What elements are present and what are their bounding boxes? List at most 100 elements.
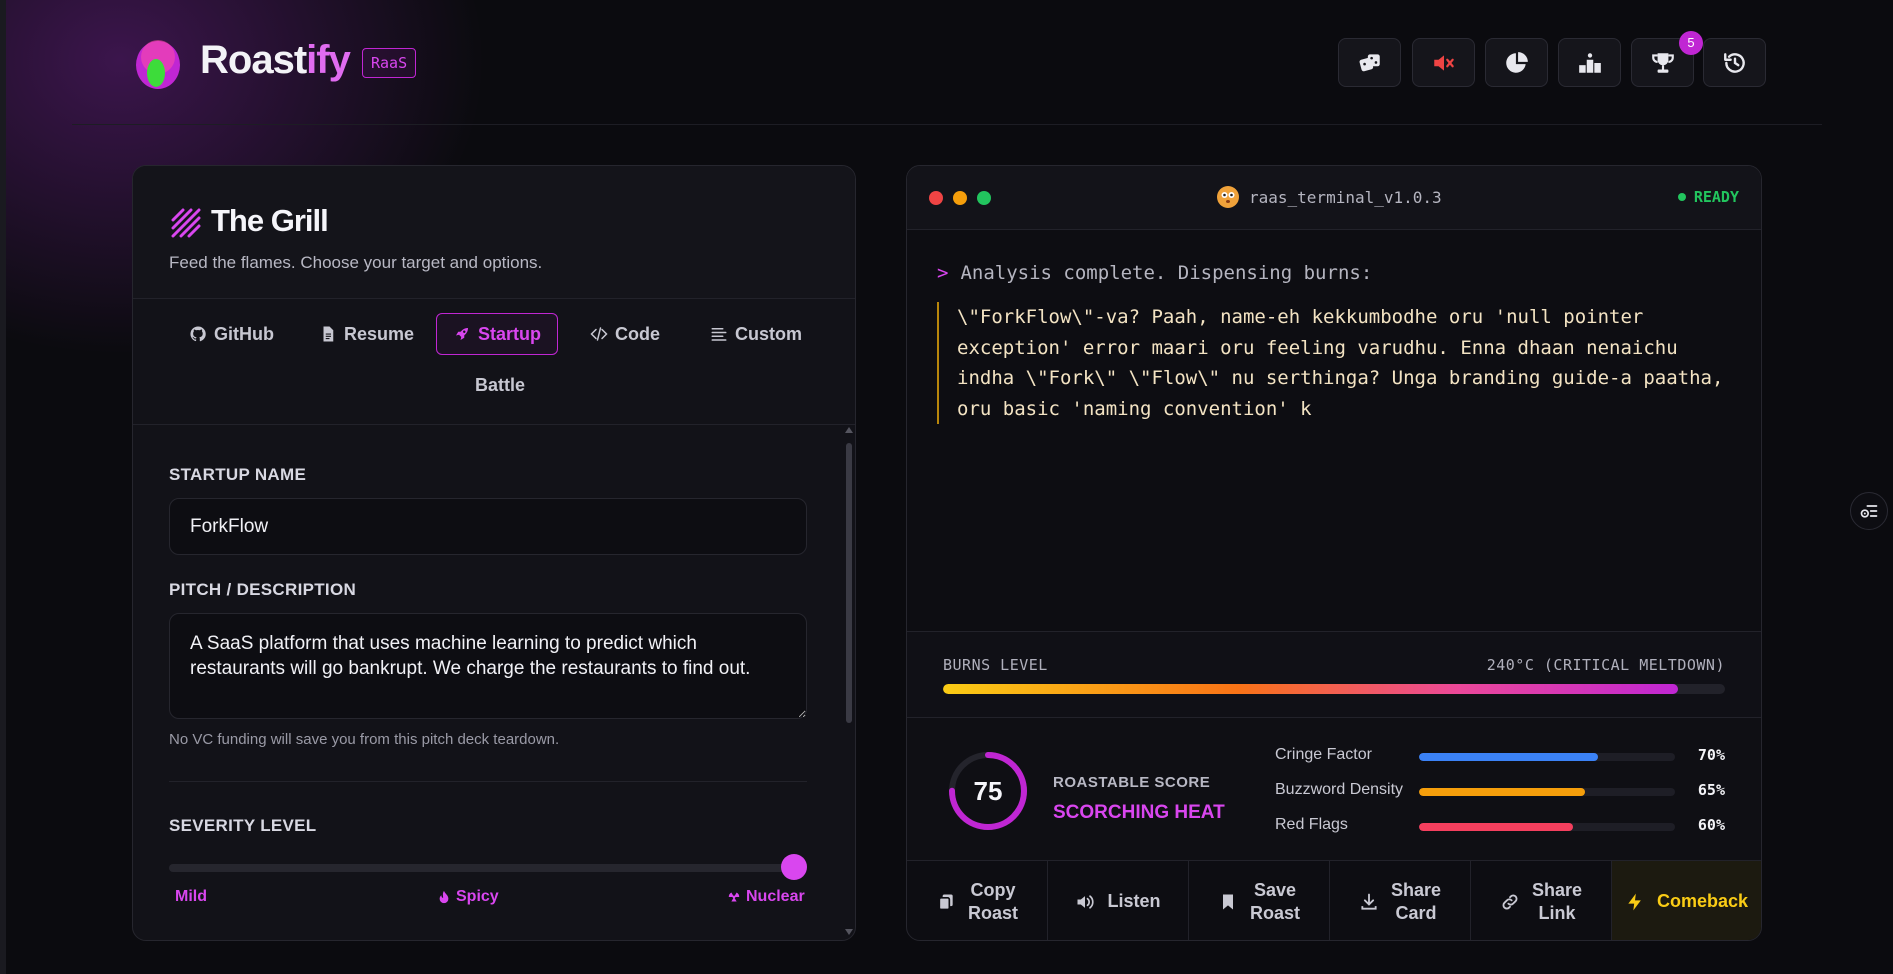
speaker-icon — [1077, 894, 1095, 909]
random-button[interactable] — [1338, 38, 1401, 87]
score-number: 75 — [973, 776, 1003, 806]
download-icon — [1361, 893, 1377, 910]
startup-name-input[interactable] — [169, 498, 807, 555]
copy-roast-button[interactable]: Copy Roast — [907, 861, 1048, 940]
roast-terminal: raas_terminal_v1.0.3 READY > Analysis com… — [906, 165, 1762, 941]
floating-settings-button[interactable] — [1850, 492, 1888, 530]
action-bar: Copy Roast Listen Save Roast Share Card Sha… — [907, 860, 1761, 940]
share-card-button[interactable]: Share Card — [1330, 861, 1471, 940]
mute-button[interactable] — [1412, 38, 1475, 87]
grill-title: The Grill — [211, 203, 329, 238]
severity-spicy[interactable]: Spicy — [437, 888, 499, 906]
metric-cringe-track — [1419, 753, 1675, 761]
listen-label: Listen — [1107, 891, 1161, 911]
metric-redflags-name: Red Flags — [1275, 816, 1348, 833]
save-label: Save — [1253, 879, 1297, 900]
terminal-title: raas_terminal_v1.0.3 — [1217, 186, 1442, 208]
ready-status: READY — [1677, 188, 1739, 206]
metric-redflags-pct: 60% — [1697, 816, 1725, 834]
tab-resume[interactable]: Resume — [317, 313, 416, 355]
pitch-textarea[interactable] — [169, 613, 807, 719]
brand-main: Roast — [200, 38, 307, 82]
comeback-label: Comeback — [1656, 891, 1749, 911]
burns-bar-fill — [943, 684, 1679, 694]
score-section: 75 ROASTABLE SCORE SCORCHING HEAT Cringe… — [907, 718, 1761, 860]
severity-label: SEVERITY LEVEL — [169, 816, 317, 835]
metric-redflags-track — [1419, 823, 1675, 831]
tab-startup-label: Startup — [478, 323, 541, 344]
share-link-label-2: Link — [1538, 902, 1576, 923]
grill-subtitle: Feed the flames. Choose your target and … — [169, 253, 543, 272]
prompt-text: Analysis complete. Dispensing burns: — [960, 262, 1373, 284]
save-roast-button[interactable]: Save Roast — [1189, 861, 1330, 940]
flame-logo-icon — [136, 40, 180, 89]
share-card-label: Share — [1390, 879, 1442, 900]
tab-custom-label: Custom — [735, 323, 802, 344]
copy-label: Copy — [970, 879, 1016, 900]
grill-panel: The Grill Feed the flames. Choose your t… — [132, 165, 856, 941]
list-settings-icon — [1860, 505, 1878, 518]
metric-cringe-pct: 70% — [1697, 746, 1725, 764]
share-link-label: Share — [1531, 879, 1583, 900]
severity-mild-label: Mild — [175, 888, 207, 905]
metric-cringe-name: Cringe Factor — [1275, 746, 1372, 763]
section-divider — [169, 781, 807, 782]
copy-label-2: Roast — [967, 902, 1018, 923]
minimize-dot — [953, 191, 967, 205]
severity-mild[interactable]: Mild — [175, 888, 207, 906]
score-label: ROASTABLE SCORE — [1053, 774, 1211, 791]
pitch-label: PITCH / DESCRIPTION — [169, 580, 357, 599]
leaderboard-button[interactable] — [1558, 38, 1621, 87]
burns-value: 240°C (CRITICAL MELTDOWN) — [1486, 656, 1725, 674]
scroll-down-arrow[interactable] — [845, 929, 853, 935]
listen-button[interactable]: Listen — [1048, 861, 1189, 940]
metric-buzzword-pct: 65% — [1697, 781, 1725, 799]
tab-github[interactable]: GitHub — [187, 313, 276, 355]
copy-icon — [938, 894, 953, 910]
achievements-button[interactable]: 5 — [1631, 31, 1703, 87]
stats-button[interactable] — [1485, 38, 1548, 87]
grill-icon — [171, 208, 201, 238]
save-label-2: Roast — [1249, 902, 1300, 923]
document-icon — [323, 326, 334, 342]
tab-github-label: GitHub — [214, 323, 274, 344]
burns-bar-track — [943, 684, 1725, 694]
trophy-badge: 5 — [1679, 31, 1703, 55]
metric-buzzword-fill — [1419, 788, 1586, 796]
terminal-prompt: > Analysis complete. Dispensing burns: — [937, 262, 1372, 284]
top-header: Roastify RaaS 5 — [72, 0, 1822, 125]
status-dot — [1677, 193, 1686, 201]
score-heat: SCORCHING HEAT — [1053, 802, 1225, 823]
dice-icon — [1359, 53, 1380, 71]
tab-startup[interactable]: Startup — [436, 313, 558, 355]
severity-slider-thumb[interactable] — [781, 854, 807, 880]
severity-slider-track[interactable] — [169, 864, 791, 872]
pitch-hint: No VC funding will save you from this pi… — [169, 731, 560, 748]
scrollbar-thumb[interactable] — [846, 443, 852, 723]
comeback-button[interactable]: Comeback — [1612, 861, 1761, 940]
bookmark-icon — [1222, 894, 1233, 909]
wide-eyed-emoji-icon — [1217, 186, 1239, 208]
tab-code-label: Code — [615, 323, 660, 344]
metric-redflags-fill — [1419, 823, 1573, 831]
terminal-title-text: raas_terminal_v1.0.3 — [1249, 187, 1442, 207]
history-button[interactable] — [1703, 38, 1766, 87]
metric-cringe-fill — [1419, 753, 1599, 761]
close-dot — [929, 191, 943, 205]
raas-tag: RaaS — [362, 48, 417, 78]
share-link-button[interactable]: Share Link — [1471, 861, 1612, 940]
metric-buzzword-name: Buzzword Density — [1275, 781, 1404, 798]
tab-custom[interactable]: Custom — [708, 313, 804, 355]
metric-buzzword-track — [1419, 788, 1675, 796]
severity-nuclear[interactable]: Nuclear — [727, 888, 805, 906]
history-icon — [1723, 52, 1745, 73]
scroll-up-arrow[interactable] — [845, 427, 853, 433]
tab-code[interactable]: Code — [588, 313, 662, 355]
link-icon — [1502, 894, 1518, 909]
target-tabs: GitHub Resume Startup Code Custom Battle — [133, 299, 855, 425]
brand-name[interactable]: Roastify — [200, 38, 351, 83]
pie-chart-icon — [1505, 51, 1528, 73]
tab-resume-label: Resume — [344, 323, 415, 344]
tab-battle[interactable]: Battle — [473, 364, 527, 406]
burns-label: BURNS LEVEL — [943, 656, 1048, 674]
